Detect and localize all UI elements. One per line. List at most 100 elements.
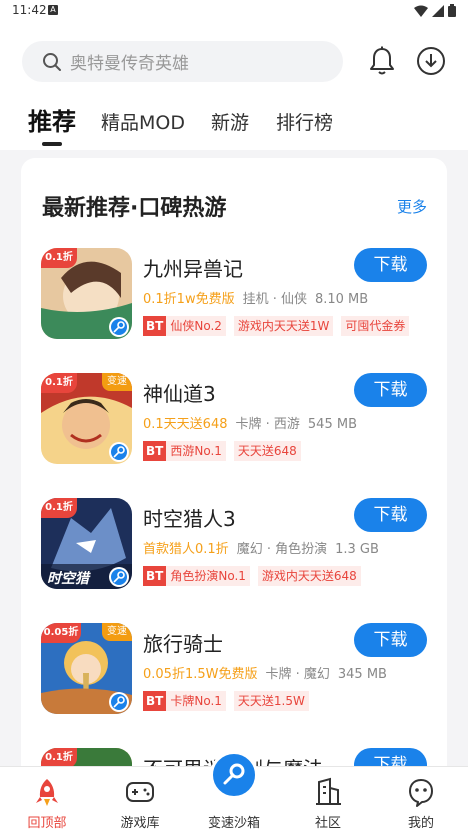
tab-mod[interactable]: 精品MOD (101, 108, 185, 135)
game-size: 8.10 MB (314, 292, 369, 307)
tab-recommend[interactable]: 推荐 (28, 102, 76, 137)
battery-icon (448, 4, 456, 17)
game-tag: BT 西游No.1 (143, 441, 226, 461)
wifi-icon (414, 5, 428, 17)
tag-text: 西游No.1 (170, 444, 222, 458)
game-tag: BT 仙侠No.2 (143, 316, 226, 336)
download-button[interactable]: 下载 (354, 623, 427, 657)
notification-a-icon: A (48, 5, 58, 15)
game-icon: 0.05折 变速 (41, 623, 132, 714)
game-item[interactable]: 0.05折 变速 旅行骑士 0.05折1.5W免费版 卡牌 · 魔幻 345 MB … (41, 623, 427, 733)
content-area[interactable]: 最新推荐·口碑热游 更多 0.1折 九州异兽记 0.1折1w免费版 挂机 · 仙… (0, 150, 468, 766)
search-placeholder: 奥特曼传奇英雄 (70, 54, 189, 74)
game-item[interactable]: 0.1折 时空猎 时空猎人3 首款猎人0.1折 魔幻 · 角色扮演 1.3 GB B… (41, 498, 427, 608)
game-tags: BT 角色扮演No.1 游戏内天天送648 (143, 566, 361, 586)
discount-badge: 0.1折 (41, 498, 77, 518)
game-meta: 0.05折1.5W免费版 卡牌 · 魔幻 345 MB (143, 663, 387, 682)
game-tags: BT 西游No.1 天天送648 (143, 441, 301, 461)
signal-icon (432, 4, 444, 17)
game-icon: 0.1折 (41, 248, 132, 339)
nav-community[interactable]: 社区 (288, 767, 368, 832)
bt-badge: BT (143, 316, 167, 336)
game-tag: 游戏内天天送1W (233, 316, 334, 336)
game-category: 卡牌 · 魔幻 (265, 667, 330, 682)
status-indicators (414, 4, 456, 17)
key-icon (210, 751, 258, 799)
nav-game-library[interactable]: 游戏库 (100, 767, 180, 832)
more-link[interactable]: 更多 (397, 196, 427, 217)
game-icon: 0.1折 变速 (41, 373, 132, 464)
section-title: 最新推荐·口碑热游 (42, 196, 227, 221)
tab-new[interactable]: 新游 (211, 108, 249, 135)
discount-badge: 0.1折 (41, 373, 77, 393)
nav-label: 社区 (314, 816, 341, 831)
speed-badge: 变速 (102, 623, 132, 641)
tag-text: 角色扮演No.1 (170, 569, 246, 583)
game-tag: 可囤代金券 (341, 316, 410, 336)
building-icon (316, 777, 341, 805)
game-meta: 0.1折1w免费版 挂机 · 仙侠 8.10 MB (143, 288, 368, 307)
tag-text: 仙侠No.2 (170, 319, 222, 333)
game-tag: 游戏内天天送648 (257, 566, 361, 586)
game-name: 九州异兽记 (143, 257, 243, 281)
bottom-nav: 回顶部 游戏库 变速沙箱 社区 我的 (0, 751, 468, 832)
game-tag: 天天送648 (233, 441, 301, 461)
game-promo: 0.05折1.5W免费版 (143, 667, 258, 682)
game-item[interactable]: 0.1折 变速 神仙道3 0.1天天送648 卡牌 · 西游 545 MB BT 西游… (41, 373, 427, 483)
tab-ranking[interactable]: 排行榜 (276, 108, 333, 135)
face-icon (409, 779, 433, 807)
download-manager-icon[interactable] (416, 46, 446, 76)
game-name: 时空猎人3 (143, 507, 236, 531)
bt-badge: BT (143, 566, 167, 586)
discount-badge: 0.1折 (41, 248, 77, 268)
game-meta: 0.1天天送648 卡牌 · 西游 545 MB (143, 413, 357, 432)
nav-label: 我的 (407, 816, 434, 831)
discount-badge: 0.05折 (41, 623, 81, 643)
game-item[interactable]: 0.1折 九州异兽记 0.1折1w免费版 挂机 · 仙侠 8.10 MB BT 仙侠N… (41, 248, 427, 358)
game-promo: 首款猎人0.1折 (143, 542, 229, 557)
download-button[interactable]: 下载 (354, 248, 427, 282)
game-tags: BT 仙侠No.2 游戏内天天送1W 可囤代金券 (143, 316, 410, 336)
nav-profile[interactable]: 我的 (381, 767, 461, 832)
bt-badge: BT (143, 691, 167, 711)
discount-badge: 0.1折 (41, 748, 77, 766)
status-bar: 11:42 A (0, 0, 468, 22)
rocket-icon (36, 779, 58, 806)
bt-badge: BT (143, 441, 167, 461)
game-category: 挂机 · 仙侠 (242, 292, 307, 307)
speed-badge: 变速 (102, 373, 132, 391)
gamepad-icon (126, 782, 154, 802)
game-name: 神仙道3 (143, 382, 216, 406)
download-button[interactable]: 下载 (354, 498, 427, 532)
bell-icon[interactable] (367, 46, 397, 76)
nav-speed-sandbox[interactable]: 变速沙箱 (194, 751, 274, 832)
download-button[interactable]: 下载 (354, 373, 427, 407)
category-tabs: 推荐 精品MOD 新游 排行榜 (0, 96, 468, 146)
game-category: 卡牌 · 西游 (235, 417, 300, 432)
nav-label: 变速沙箱 (207, 816, 260, 831)
active-tab-indicator (42, 142, 62, 146)
search-input[interactable]: 奥特曼传奇英雄 (22, 41, 343, 82)
game-size: 1.3 GB (335, 542, 379, 557)
nav-label: 回顶部 (27, 816, 67, 831)
game-tag: BT 卡牌No.1 (143, 691, 226, 711)
download-button[interactable]: 下载 (354, 748, 427, 766)
game-tag: 天天送1.5W (233, 691, 309, 711)
game-size: 545 MB (307, 417, 357, 432)
search-icon (43, 52, 61, 71)
recommend-card: 最新推荐·口碑热游 更多 0.1折 九州异兽记 0.1折1w免费版 挂机 · 仙… (21, 158, 447, 766)
game-tags: BT 卡牌No.1 天天送1.5W (143, 691, 309, 711)
game-icon: 0.1折 时空猎 (41, 498, 132, 589)
game-tag: BT 角色扮演No.1 (143, 566, 250, 586)
status-time: 11:42 (12, 3, 47, 17)
nav-label: 游戏库 (120, 816, 160, 831)
game-meta: 首款猎人0.1折 魔幻 · 角色扮演 1.3 GB (143, 538, 379, 557)
game-icon: 0.1折 (41, 748, 132, 766)
nav-back-to-top[interactable]: 回顶部 (7, 767, 87, 832)
game-promo: 0.1折1w免费版 (143, 292, 235, 307)
tag-text: 卡牌No.1 (170, 694, 222, 708)
game-promo: 0.1天天送648 (143, 417, 228, 432)
icon-logo-text: 时空猎 (47, 571, 89, 587)
game-name: 旅行骑士 (143, 632, 223, 656)
game-size: 345 MB (337, 667, 387, 682)
